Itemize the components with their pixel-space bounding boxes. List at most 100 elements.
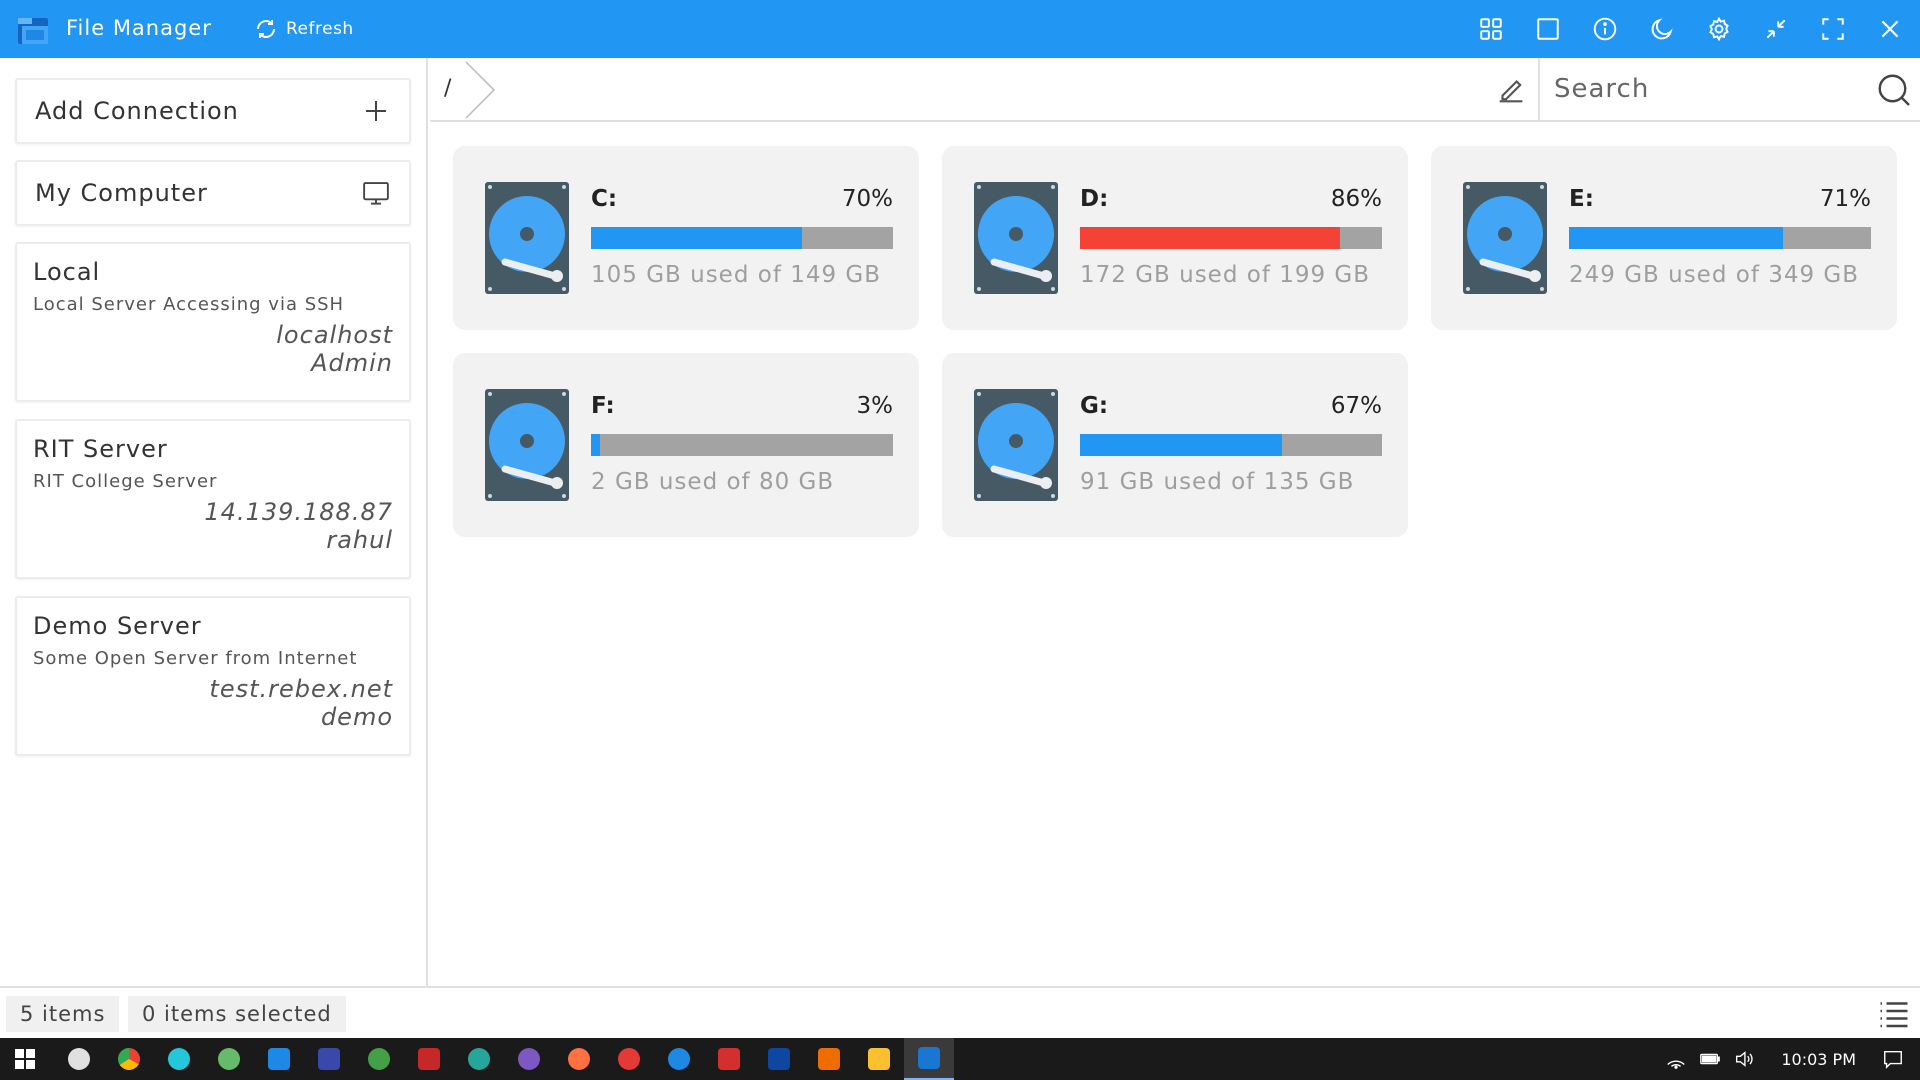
drive-name: E: (1569, 186, 1594, 212)
connection-user: rahul (326, 526, 393, 554)
grid-view-button[interactable] (1471, 9, 1511, 49)
acrobat-icon (718, 1048, 740, 1070)
minimize-button[interactable] (1756, 9, 1796, 49)
connection-card-rit-server[interactable]: RIT Server RIT College Server 14.139.188… (15, 419, 411, 579)
taskbar-app-3[interactable] (154, 1038, 204, 1080)
my-computer-item[interactable]: My Computer (15, 160, 411, 226)
hard-drive-icon (1463, 182, 1547, 294)
app-icon (68, 1048, 90, 1070)
address-bar: / (430, 58, 1920, 122)
refresh-label: Refresh (286, 19, 354, 39)
drive-usage-percent: 71% (1819, 186, 1871, 212)
info-icon (1593, 17, 1617, 41)
monitor-icon (363, 182, 389, 205)
firefox-icon (568, 1048, 590, 1070)
connection-description: Some Open Server from Internet (33, 648, 358, 669)
settings-button[interactable] (1699, 9, 1739, 49)
taskbar-acrobat[interactable] (704, 1038, 754, 1080)
hard-drive-icon (485, 182, 569, 294)
drive-usage-bar-fill (1080, 227, 1340, 249)
connection-name: RIT Server (33, 435, 168, 463)
moon-icon (1651, 18, 1673, 40)
app-icon (218, 1048, 240, 1070)
taskbar-vscode[interactable] (254, 1038, 304, 1080)
taskbar-photoshop[interactable] (754, 1038, 804, 1080)
hard-drive-icon (974, 182, 1058, 294)
edit-path-icon[interactable] (1494, 73, 1528, 107)
drive-usage-bar-fill (1569, 227, 1784, 249)
single-view-button[interactable] (1528, 9, 1568, 49)
connection-card-demo-server[interactable]: Demo Server Some Open Server from Intern… (15, 596, 411, 756)
illustrator-icon (818, 1048, 840, 1070)
file-manager-logo-icon (18, 18, 48, 44)
add-connection-button[interactable]: Add Connection (15, 78, 411, 144)
connection-host: test.rebex.net (209, 675, 393, 703)
notification-icon[interactable] (1882, 1048, 1904, 1070)
dark-mode-button[interactable] (1642, 9, 1682, 49)
list-view-icon[interactable] (1876, 996, 1912, 1032)
taskbar-firefox[interactable] (554, 1038, 604, 1080)
drive-name: D: (1080, 186, 1109, 212)
maximize-button[interactable] (1813, 9, 1853, 49)
start-button[interactable] (0, 1038, 50, 1080)
taskbar-explorer[interactable] (854, 1038, 904, 1080)
drive-usage-text: 105 GB used of 149 GB (591, 262, 882, 288)
taskbar-illustrator[interactable] (804, 1038, 854, 1080)
app-icon (418, 1048, 440, 1070)
volume-icon[interactable] (1733, 1048, 1755, 1070)
connection-card-local[interactable]: Local Local Server Accessing via SSH loc… (15, 242, 411, 402)
app-icon (468, 1048, 490, 1070)
drive-usage-bar-fill (591, 434, 601, 456)
taskbar-edge[interactable] (654, 1038, 704, 1080)
drive-usage-bar-fill (591, 227, 803, 249)
my-computer-label: My Computer (35, 179, 208, 207)
taskbar-opera[interactable] (604, 1038, 654, 1080)
taskbar-app-7[interactable] (354, 1038, 404, 1080)
drive-card-d[interactable]: D: 86% 172 GB used of 199 GB (942, 146, 1408, 330)
refresh-button[interactable]: Refresh (254, 12, 354, 46)
drive-usage-bar-fill (1080, 434, 1283, 456)
info-button[interactable] (1585, 9, 1625, 49)
connection-name: Local (33, 258, 101, 286)
battery-icon[interactable] (1699, 1048, 1721, 1070)
status-bar: 5 items 0 items selected (0, 986, 1920, 1038)
connection-host: localhost (276, 321, 393, 349)
clock[interactable]: 10:03 PM (1781, 1050, 1856, 1069)
refresh-icon (257, 20, 275, 38)
system-tray: 10:03 PM (1665, 1038, 1920, 1080)
taskbar-chrome[interactable] (104, 1038, 154, 1080)
taskbar-app-10[interactable] (504, 1038, 554, 1080)
taskbar-file-manager[interactable] (904, 1038, 954, 1080)
taskbar-app-1[interactable] (54, 1038, 104, 1080)
taskbar-app-4[interactable] (204, 1038, 254, 1080)
drive-usage-bar (591, 434, 893, 456)
search-icon[interactable] (1876, 72, 1912, 108)
taskbar-app-9[interactable] (454, 1038, 504, 1080)
app-icon (168, 1048, 190, 1070)
search-input[interactable] (1554, 70, 1864, 108)
connection-name: Demo Server (33, 612, 202, 640)
sidebar: Add Connection My Computer Local Local S… (0, 58, 428, 986)
drive-card-f[interactable]: F: 3% 2 GB used of 80 GB (453, 353, 919, 537)
grid-icon (1480, 18, 1502, 40)
gear-icon (1709, 16, 1729, 42)
taskbar-app-8[interactable] (404, 1038, 454, 1080)
drive-card-g[interactable]: G: 67% 91 GB used of 135 GB (942, 353, 1408, 537)
search-box (1538, 58, 1920, 120)
drive-card-e[interactable]: E: 71% 249 GB used of 349 GB (1431, 146, 1897, 330)
connection-description: RIT College Server (33, 471, 218, 492)
selected-count: 0 items selected (128, 996, 346, 1032)
taskbar: 10:03 PM (0, 1038, 1920, 1080)
close-button[interactable] (1870, 9, 1910, 49)
wifi-icon[interactable] (1665, 1048, 1687, 1070)
vscode-icon (268, 1048, 290, 1070)
edge-icon (668, 1048, 690, 1070)
breadcrumb-root[interactable]: / (444, 76, 451, 101)
file-manager-icon (918, 1047, 940, 1069)
drive-usage-bar (1080, 434, 1382, 456)
close-icon (1881, 20, 1899, 38)
drive-card-c[interactable]: C: 70% 105 GB used of 149 GB (453, 146, 919, 330)
drive-name: F: (591, 393, 615, 419)
windows-logo-icon (15, 1049, 35, 1069)
taskbar-app-6[interactable] (304, 1038, 354, 1080)
